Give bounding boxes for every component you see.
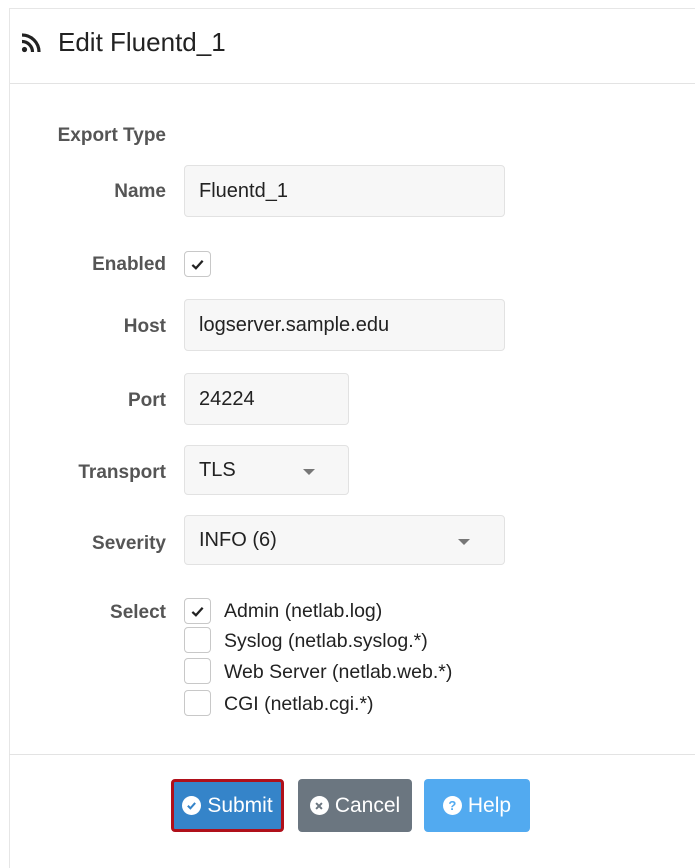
footer-divider xyxy=(9,754,695,755)
syslog-label: Syslog (netlab.syslog.*) xyxy=(224,630,428,652)
web-server-checkbox[interactable] xyxy=(184,658,211,684)
admin-log-label: Admin (netlab.log) xyxy=(224,600,383,622)
check-icon xyxy=(191,259,204,270)
submit-button-label: Submit xyxy=(207,793,273,817)
port-input-value: 24224 xyxy=(199,387,255,410)
rss-icon xyxy=(21,33,41,53)
cgi-label: CGI (netlab.cgi.*) xyxy=(224,693,374,715)
transport-select[interactable]: TLS xyxy=(184,445,349,495)
web-server-label: Web Server (netlab.web.*) xyxy=(224,661,453,683)
times-circle-icon xyxy=(309,796,329,815)
export-type-label: Export Type xyxy=(57,125,166,146)
name-input-value: Fluentd_1 xyxy=(199,179,288,202)
page-title: Edit Fluentd_1 xyxy=(58,27,226,57)
syslog-checkbox[interactable] xyxy=(184,627,211,653)
select-label: Select xyxy=(110,602,166,623)
enabled-label: Enabled xyxy=(92,254,166,275)
chevron-down-icon xyxy=(458,539,470,545)
submit-button[interactable]: Submit xyxy=(171,779,284,832)
check-circle-icon xyxy=(182,796,202,815)
host-label: Host xyxy=(123,316,166,337)
port-input[interactable]: 24224 xyxy=(184,373,349,425)
severity-select-value: INFO (6) xyxy=(199,528,277,551)
question-circle-icon: ? xyxy=(442,796,462,815)
host-input[interactable]: logserver.sample.edu xyxy=(184,299,505,351)
check-icon xyxy=(191,606,204,617)
name-input[interactable]: Fluentd_1 xyxy=(184,165,505,217)
port-label: Port xyxy=(128,390,166,411)
panel-header: Edit Fluentd_1 xyxy=(10,9,695,84)
severity-select[interactable]: INFO (6) xyxy=(184,515,505,565)
host-input-value: logserver.sample.edu xyxy=(199,313,390,336)
transport-select-value: TLS xyxy=(199,458,236,481)
help-button[interactable]: ? Help xyxy=(424,779,530,832)
chevron-down-icon xyxy=(303,469,315,475)
help-button-label: Help xyxy=(467,793,512,817)
admin-log-checkbox[interactable] xyxy=(184,598,211,624)
severity-label: Severity xyxy=(92,533,166,554)
transport-label: Transport xyxy=(78,462,166,483)
cancel-button[interactable]: Cancel xyxy=(298,779,412,832)
name-label: Name xyxy=(114,181,166,202)
enabled-checkbox[interactable] xyxy=(184,251,211,277)
cancel-button-label: Cancel xyxy=(334,793,401,817)
cgi-checkbox[interactable] xyxy=(184,690,211,716)
